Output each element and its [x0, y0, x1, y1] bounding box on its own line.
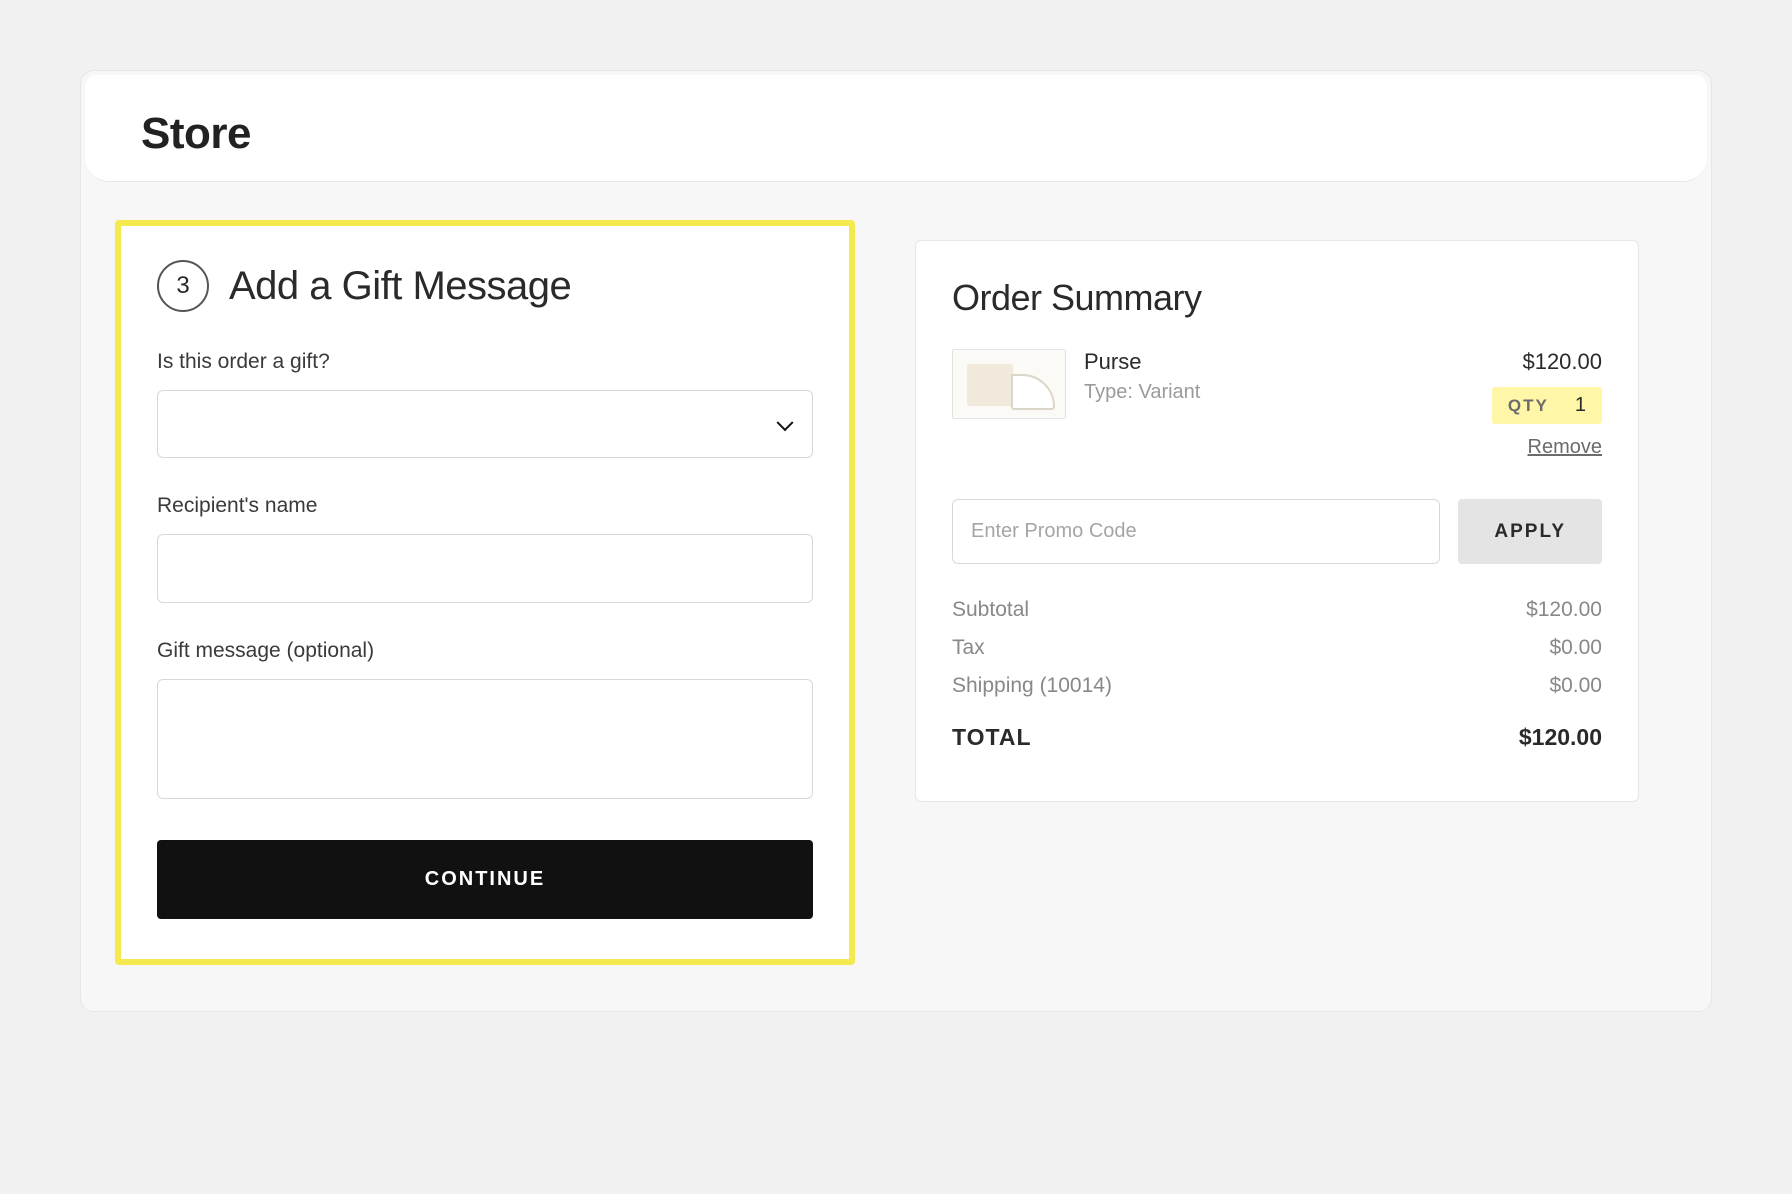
item-right-col: $120.00 QTY 1 Remove — [1492, 349, 1602, 459]
subtotal-row: Subtotal $120.00 — [952, 598, 1602, 622]
line-item: Purse Type: Variant $120.00 QTY 1 Remove — [952, 349, 1602, 459]
gift-panel-title: Add a Gift Message — [229, 264, 571, 309]
product-thumbnail — [952, 349, 1066, 419]
qty-value: 1 — [1575, 394, 1586, 417]
order-summary-panel: Order Summary Purse Type: Variant $120.0… — [915, 240, 1639, 802]
item-name: Purse — [1084, 349, 1474, 375]
promo-code-input[interactable] — [952, 499, 1440, 564]
gift-message-label: Gift message (optional) — [157, 639, 813, 663]
item-type: Type: Variant — [1084, 381, 1474, 404]
shipping-row: Shipping (10014) $0.00 — [952, 674, 1602, 698]
item-price: $120.00 — [1522, 349, 1602, 375]
total-value: $120.00 — [1519, 724, 1602, 751]
recipient-group: Recipient's name — [157, 494, 813, 603]
app-header: Store — [85, 75, 1707, 182]
subtotal-label: Subtotal — [952, 598, 1029, 622]
item-info: Purse Type: Variant — [1084, 349, 1474, 404]
totals: Subtotal $120.00 Tax $0.00 Shipping (100… — [952, 598, 1602, 751]
is-gift-select-wrap — [157, 390, 813, 458]
panel-heading: 3 Add a Gift Message — [157, 260, 813, 312]
gift-message-panel: 3 Add a Gift Message Is this order a gif… — [115, 220, 855, 965]
tax-row: Tax $0.00 — [952, 636, 1602, 660]
subtotal-value: $120.00 — [1526, 598, 1602, 622]
promo-row: APPLY — [952, 499, 1602, 564]
remove-link[interactable]: Remove — [1528, 436, 1602, 459]
page-title: Store — [141, 109, 1651, 159]
apply-button[interactable]: APPLY — [1458, 499, 1602, 564]
tax-label: Tax — [952, 636, 985, 660]
recipient-label: Recipient's name — [157, 494, 813, 518]
gift-message-group: Gift message (optional) — [157, 639, 813, 804]
step-number-badge: 3 — [157, 260, 209, 312]
shipping-value: $0.00 — [1549, 674, 1602, 698]
step-number: 3 — [176, 272, 189, 300]
total-label: TOTAL — [952, 724, 1032, 751]
total-row: TOTAL $120.00 — [952, 724, 1602, 751]
order-summary-title: Order Summary — [952, 277, 1602, 319]
qty-badge[interactable]: QTY 1 — [1492, 387, 1602, 424]
app-body: 3 Add a Gift Message Is this order a gif… — [81, 182, 1711, 1011]
shipping-label: Shipping (10014) — [952, 674, 1112, 698]
is-gift-label: Is this order a gift? — [157, 350, 813, 374]
app-card: Store 3 Add a Gift Message Is this order… — [80, 70, 1712, 1012]
gift-message-textarea[interactable] — [157, 679, 813, 799]
is-gift-select[interactable] — [157, 390, 813, 458]
is-gift-group: Is this order a gift? — [157, 350, 813, 458]
continue-button[interactable]: CONTINUE — [157, 840, 813, 919]
tax-value: $0.00 — [1549, 636, 1602, 660]
recipient-input[interactable] — [157, 534, 813, 603]
qty-label: QTY — [1508, 396, 1549, 416]
